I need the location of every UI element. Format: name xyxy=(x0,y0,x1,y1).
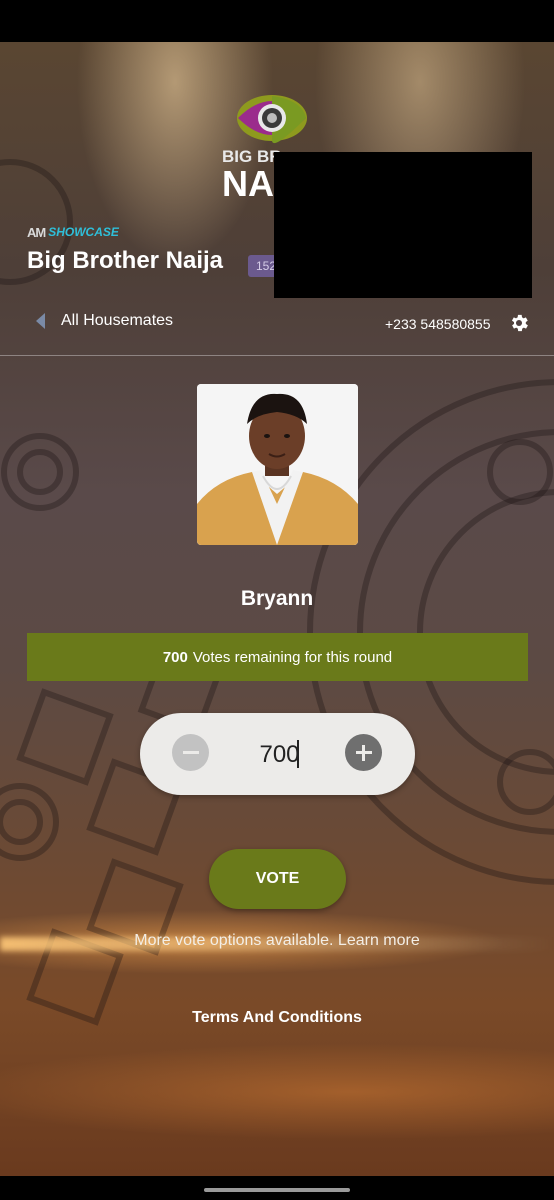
page-title: Big Brother Naija xyxy=(27,247,224,274)
gear-icon[interactable] xyxy=(508,312,530,334)
back-label: All Housemates xyxy=(61,312,174,329)
redaction-block xyxy=(274,152,532,298)
more-options-text: More vote options available. Learn more xyxy=(0,932,554,950)
count-badge: 152 xyxy=(248,255,274,277)
more-options-prefix: More vote options available. xyxy=(134,932,334,949)
vote-quantity-stepper xyxy=(140,713,415,795)
plus-icon-vertical xyxy=(362,744,365,761)
phone-number: +233 548580855 xyxy=(385,316,491,332)
vote-quantity-input[interactable] xyxy=(220,735,339,775)
housemate-portrait xyxy=(197,384,358,545)
app-screen: BIG BR NA AM SHOWCASE Big Brother Naija … xyxy=(0,42,554,1176)
home-indicator[interactable] xyxy=(204,1188,350,1192)
text-caret xyxy=(297,740,299,768)
votes-remaining-banner: 700 Votes remaining for this round xyxy=(27,633,528,681)
terms-link[interactable]: Terms And Conditions xyxy=(0,1009,554,1027)
votes-remaining-text: Votes remaining for this round xyxy=(192,648,393,666)
learn-more-link[interactable]: Learn more xyxy=(338,932,420,949)
svg-text:NA: NA xyxy=(222,163,274,202)
brand-subtitle: SHOWCASE xyxy=(48,225,119,239)
votes-remaining-count: 700 xyxy=(162,648,188,666)
housemate-photo xyxy=(197,384,358,545)
showcase-brand: AM SHOWCASE xyxy=(27,224,119,240)
brand-mark: AM xyxy=(27,224,46,240)
increment-button[interactable] xyxy=(345,734,382,771)
decrement-button[interactable] xyxy=(172,734,209,771)
divider xyxy=(0,355,554,356)
vote-button[interactable]: VOTE xyxy=(209,849,346,909)
housemate-name: Bryann xyxy=(240,587,314,610)
status-bar xyxy=(0,0,554,42)
back-arrow-icon xyxy=(36,313,45,329)
system-nav-bar xyxy=(0,1176,554,1200)
nav-row: All Housemates +233 548580855 xyxy=(0,304,554,344)
minus-icon xyxy=(182,751,199,754)
back-button[interactable]: All Housemates xyxy=(36,312,173,330)
